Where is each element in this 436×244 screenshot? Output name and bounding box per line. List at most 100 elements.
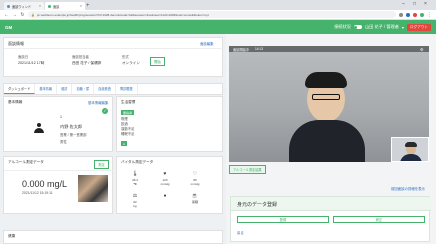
grade-badge: A: [121, 141, 128, 146]
vital-unit: mmHg: [190, 182, 200, 186]
status-label: 接続状況: [334, 24, 351, 29]
browser-tab-1[interactable]: 面談ウィンド ×: [4, 2, 44, 10]
vital-cell: ♡ 80 mmHg: [185, 171, 205, 186]
card-title: 身元のデータ登録: [237, 202, 278, 208]
forward-icon[interactable]: →: [12, 12, 17, 18]
basic-info-panel: 基本情報 基本情報編集 ✓ 1 内野 佐太郎 営業 / 第一営業部 男性: [3, 96, 113, 152]
lock-icon: 🔒: [31, 12, 35, 17]
field-label: 面談担当者: [72, 55, 89, 59]
vital-cell: ☕ 尿糖: [185, 193, 205, 204]
back-link[interactable]: 戻る: [237, 230, 244, 235]
thermometer-icon: 🌡: [131, 171, 139, 177]
divider: [4, 48, 224, 49]
field-value: 西田 花子 / 保健師: [72, 61, 102, 65]
new-tab-button[interactable]: +: [86, 2, 90, 10]
close-icon[interactable]: ×: [80, 4, 82, 8]
field-value: オンライン: [122, 61, 140, 65]
reload-icon[interactable]: ↻: [20, 12, 25, 18]
tab-glucose[interactable]: 血糖・尿: [72, 84, 95, 94]
video-titlebar: 面談開始中 14:13 ⚙: [229, 46, 429, 52]
alcohol-timestamp: 2021/11/12 15:19:11: [22, 191, 53, 195]
vital-unit: 尿糖: [191, 200, 198, 204]
extension-icon[interactable]: [406, 12, 410, 17]
person-hair: [305, 72, 347, 88]
patient-name: 内野 佐太郎: [60, 124, 83, 129]
tab-dashboard[interactable]: ダッシュボード: [4, 84, 36, 94]
status-toggle[interactable]: [353, 25, 362, 29]
extension-icon[interactable]: [420, 12, 424, 17]
previous-consult-link[interactable]: 前回面談の詳細を表示: [391, 186, 425, 191]
extension-icon[interactable]: [399, 12, 403, 17]
field-label: 形式: [122, 55, 129, 59]
browser-tab-label: 面談: [53, 4, 60, 9]
data-entry-card: 身元のデータ登録 登録 修正 戻る: [230, 196, 431, 242]
consult-info-panel: 面談情報 面談編集 面談日 2021/11/12 17時 面談担当者 西田 花子…: [3, 37, 224, 77]
measurement-photo[interactable]: [78, 175, 108, 202]
app-logo[interactable]: GM: [5, 25, 12, 30]
patient-dept: 営業 / 第一営業部: [60, 133, 87, 137]
section-title: 面談情報: [8, 41, 24, 46]
favicon-icon: [48, 4, 51, 8]
tab-checkup[interactable]: 健診: [57, 84, 73, 94]
gear-icon[interactable]: ⚙: [420, 47, 424, 52]
close-window-button[interactable]: ×: [424, 1, 427, 7]
section-title: 健康: [8, 234, 16, 238]
vitals-panel: バイタル測定データ 🌡 36.4 ℃ ♥ 120 mmHg ♡ 80 mmHg ⚖ 6…: [116, 156, 223, 214]
record-tabs: ダッシュボード 基本情報 健診 血糖・尿 血液検査 問診履歴: [3, 83, 223, 95]
chevron-down-icon[interactable]: ▾: [402, 25, 404, 30]
register-button[interactable]: 登録: [237, 216, 329, 223]
url-text: pc.webdemo.example.jp/health/prog/sessio…: [36, 12, 209, 17]
vital-cell: 🌡 36.4 ℃: [125, 171, 145, 186]
address-bar: ← → ↻ 🔒 pc.webdemo.example.jp/health/pro…: [0, 10, 436, 20]
tab-history[interactable]: 問診履歴: [116, 84, 138, 94]
vital-unit: mmHg: [160, 182, 170, 186]
close-icon[interactable]: ×: [39, 4, 41, 8]
vital-cell: ⚖ 62 kg: [125, 193, 145, 208]
extension-icon[interactable]: [413, 12, 417, 17]
scale-icon: ⚖: [132, 193, 138, 199]
browser-tab-2[interactable]: 面談 ×: [45, 2, 85, 10]
logout-button[interactable]: ログアウト: [407, 23, 431, 31]
self-view-video[interactable]: [391, 137, 429, 162]
tab-blood[interactable]: 血液検査: [94, 84, 116, 94]
alcohol-panel: アルコール測定データ 測定 0.000 mg/L 2021/11/12 15:1…: [3, 156, 114, 214]
section-title: アルコール測定データ: [8, 160, 44, 164]
divider: [4, 170, 114, 171]
patient-gender: 男性: [60, 140, 67, 144]
minimize-button[interactable]: –: [402, 1, 405, 7]
cup-icon: ☕: [191, 193, 199, 199]
vital-unit: ℃: [133, 182, 137, 186]
status-badge: 要指導: [121, 110, 135, 115]
alcohol-result-button[interactable]: アルコール測定結果: [229, 165, 266, 174]
heart-icon: ♥: [163, 171, 167, 177]
vital-unit: kg: [133, 204, 137, 208]
menu-icon[interactable]: ⋮: [427, 12, 432, 18]
back-icon[interactable]: ←: [4, 12, 9, 18]
person-body: [289, 120, 365, 162]
consult-edit-link[interactable]: 面談編集: [200, 41, 214, 46]
health-habits-panel: 生活習慣 要指導 喫煙 飲酒 運動不足 睡眠不足 A: [116, 96, 223, 152]
alcohol-value: 0.000 mg/L: [22, 179, 68, 189]
footer-panel: 健康: [3, 230, 223, 244]
user-name[interactable]: 山田 花子 / 管理者: [365, 24, 399, 30]
basic-info-edit-link[interactable]: 基本情報編集: [88, 100, 108, 105]
video-timer: 14:13: [255, 47, 263, 51]
pulse-icon: ♡: [192, 171, 198, 177]
tab-basic[interactable]: 基本情報: [35, 84, 58, 94]
url-field[interactable]: 🔒 pc.webdemo.example.jp/health/prog/sess…: [28, 11, 396, 18]
start-button[interactable]: 開始: [150, 57, 165, 66]
section-title: 生活習慣: [121, 100, 136, 104]
field-label: 面談日: [18, 55, 29, 59]
circle-icon: ●: [163, 193, 167, 199]
edit-button[interactable]: 修正: [333, 216, 425, 223]
avatar: [34, 123, 44, 134]
app-header: GM 接続状況 山田 花子 / 管理者 ▾ ログアウト: [0, 20, 436, 34]
video-title: 面談開始中: [233, 48, 249, 52]
favicon-icon: [7, 4, 10, 8]
measure-button[interactable]: 測定: [94, 160, 109, 169]
section-title: バイタル測定データ: [121, 160, 154, 164]
browser-tab-label: 面談ウィンド: [12, 4, 32, 9]
habit-item: 睡眠不足: [121, 132, 135, 136]
maximize-button[interactable]: □: [413, 1, 416, 7]
check-circle-icon: ✓: [102, 108, 108, 114]
